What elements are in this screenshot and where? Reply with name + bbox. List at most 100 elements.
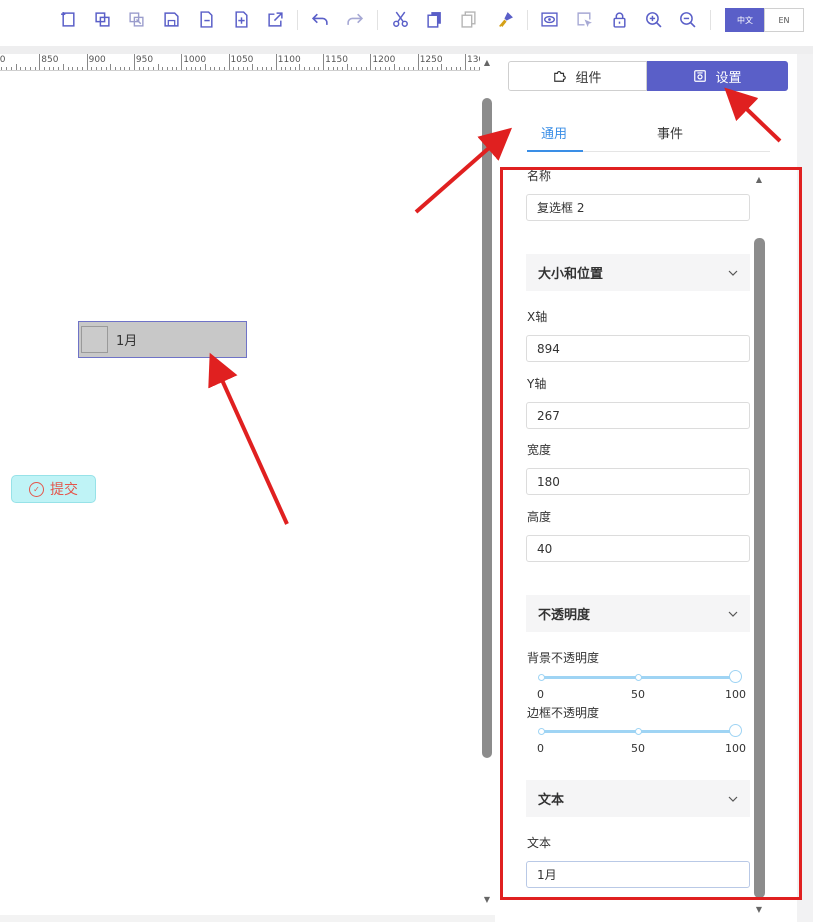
redo-icon[interactable] [344,9,364,29]
ruler-label: 900 [88,55,106,65]
checkbox-square[interactable] [81,326,108,353]
ruler-tick [469,67,471,70]
checkbox-component[interactable]: 1月 [78,321,247,358]
puzzle-icon [553,69,567,83]
ruler-tick [412,67,414,70]
ruler-tick [455,67,457,70]
copy-page-icon[interactable] [92,9,112,29]
ruler-tick [365,67,367,70]
ruler-tick [346,64,348,70]
ruler-tick [271,67,273,70]
ruler-tick [379,67,381,70]
ruler-tick [129,67,131,70]
new-page-icon[interactable] [58,9,78,29]
ruler-tick [441,64,443,70]
tab-settings[interactable]: 设置 [647,61,788,91]
ruler-tick [39,54,41,70]
canvas-bottom-strip [0,915,495,922]
ruler-tick [200,67,202,70]
share-icon[interactable] [265,9,285,29]
canvas-vertical-scrollbar[interactable] [482,98,492,758]
ruler-tick [119,67,121,70]
toolbar-divider [297,10,298,30]
ruler-tick [431,67,433,70]
ruler-tick [1,67,3,70]
panel-scroll-down-arrow[interactable]: ▼ [753,905,765,915]
subtab-general[interactable]: 通用 [541,123,567,142]
ruler-tick [6,67,8,70]
ruler-tick [294,67,296,70]
ruler-tick [29,67,31,70]
horizontal-ruler: 00 850 900 950 1000 1050 1100 1150 1200 1250 1300 [0,54,480,71]
ruler-tick [223,67,225,70]
close-page-icon[interactable] [126,9,146,29]
subtab-events[interactable]: 事件 [657,123,683,142]
lang-en-button[interactable]: EN [764,8,804,32]
ruler-tick [285,67,287,70]
checkbox-label: 1月 [116,334,138,349]
ruler-tick [356,67,358,70]
ruler-tick [299,64,301,70]
ruler-tick [67,67,69,70]
submit-button[interactable]: ✓ 提交 [11,475,96,503]
zoom-in-icon[interactable] [643,9,663,29]
cut-icon[interactable] [390,9,410,29]
toolbar-separator-band [0,46,813,54]
ruler-label: 1000 [183,55,207,65]
ruler-tick [96,67,98,70]
ruler-tick [86,54,88,70]
lock-icon[interactable] [609,9,629,29]
format-brush-icon[interactable] [495,9,515,29]
ruler-label: 1300 [467,55,480,65]
ruler-tick [323,54,325,70]
zoom-out-icon[interactable] [677,9,697,29]
ruler-tick [219,67,221,70]
ruler-tick [375,67,377,70]
ruler-tick [100,67,102,70]
app-window: 中文 EN 00 850 900 950 1000 1050 1100 1150 1200 125… [0,0,813,922]
ruler-tick [422,67,424,70]
ruler-tick [252,64,254,70]
copy-icon[interactable] [424,9,444,29]
ruler-tick [417,54,419,70]
ruler-tick [110,64,112,70]
ruler-tick [474,67,476,70]
export-icon[interactable] [196,9,216,29]
ruler-tick [228,54,230,70]
preview-icon[interactable] [539,9,559,29]
paste-icon[interactable] [458,9,478,29]
tab-components[interactable]: 组件 [508,61,647,91]
canvas-scroll-up-arrow[interactable]: ▲ [480,56,494,70]
ruler-tick [242,67,244,70]
ruler-tick [62,64,64,70]
ruler-tick [105,67,107,70]
ruler-tick [195,67,197,70]
ruler-tick [72,67,74,70]
tab-settings-label: 设置 [715,70,742,86]
toolbar-divider [527,10,528,30]
ruler-tick [44,67,46,70]
ruler-tick [342,67,344,70]
import-icon[interactable] [231,9,251,29]
save-icon[interactable] [161,9,181,29]
ruler-tick [48,67,50,70]
undo-icon[interactable] [310,9,330,29]
ruler-tick [91,67,93,70]
subtab-active-indicator [527,150,583,152]
annotation-highlight-box [500,167,802,900]
ruler-tick [398,67,400,70]
canvas-scroll-down-arrow[interactable]: ▼ [480,893,494,907]
ruler-tick [124,67,126,70]
ruler-tick [148,67,150,70]
lang-zh-button[interactable]: 中文 [725,8,765,32]
ruler-tick [237,67,239,70]
ruler-tick [214,67,216,70]
ruler-tick [34,67,36,70]
select-icon[interactable] [574,9,594,29]
ruler-tick [450,67,452,70]
ruler-label: 1250 [419,55,443,65]
tab-components-label: 组件 [575,70,602,86]
ruler-tick [304,67,306,70]
ruler-tick [261,67,263,70]
ruler-tick [318,67,320,70]
